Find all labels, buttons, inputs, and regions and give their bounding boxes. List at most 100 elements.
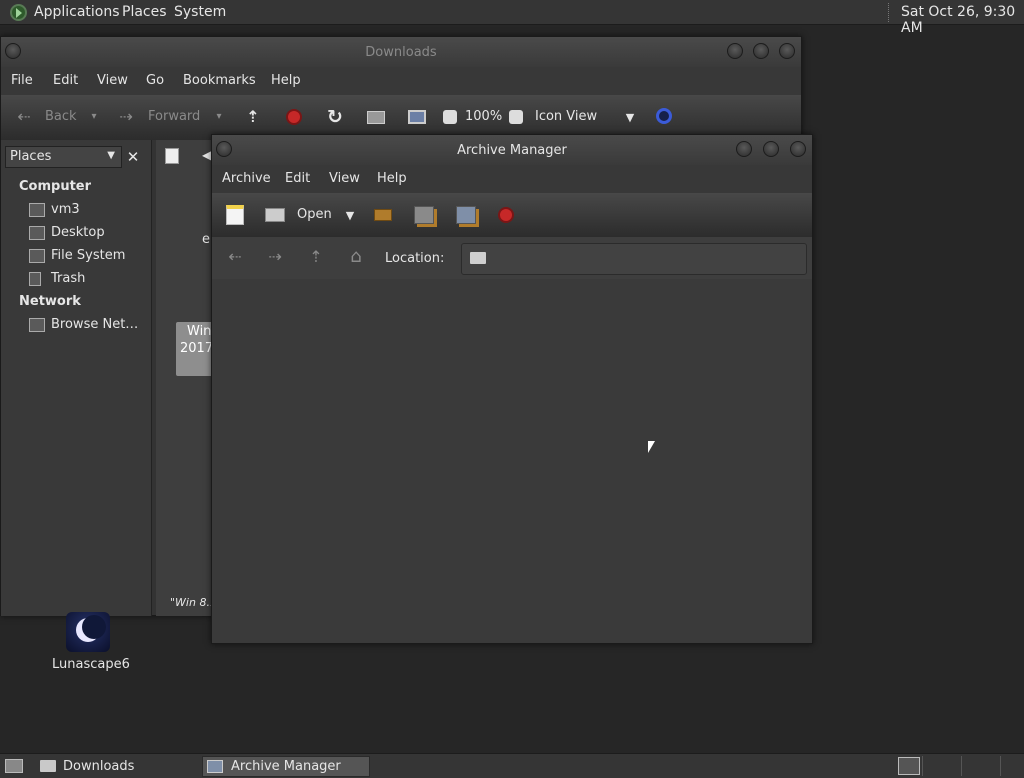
sidebar-item-trash[interactable]: Trash (51, 271, 85, 286)
menu-file[interactable]: File (11, 73, 33, 88)
minimize-button[interactable] (736, 141, 752, 157)
open-button[interactable]: Open (297, 207, 332, 222)
partial-label: e (202, 232, 210, 247)
forward-arrow-icon[interactable]: ⇢ (115, 107, 137, 127)
stop-icon[interactable] (496, 205, 516, 225)
file-item-name-line2: 2017 (180, 341, 214, 356)
places-combo[interactable]: Places ▼ (5, 146, 122, 168)
file-item[interactable]: Win 2017 (176, 322, 216, 376)
window-title: Archive Manager (457, 143, 567, 158)
path-left-arrow-icon[interactable]: ◀ (202, 148, 211, 162)
archive-content-area[interactable] (212, 279, 812, 643)
minimize-button[interactable] (727, 43, 743, 59)
view-mode-dropdown-icon[interactable]: ▼ (623, 107, 637, 127)
archive-manager-titlebar[interactable]: Archive Manager (212, 135, 812, 165)
task-downloads[interactable]: Downloads (36, 756, 200, 777)
show-desktop-icon[interactable] (4, 757, 24, 775)
file-item-name: Win (187, 324, 212, 339)
location-field[interactable] (461, 243, 807, 275)
applications-menu[interactable]: Applications (34, 4, 120, 20)
clock[interactable]: Sat Oct 26, 9:30 AM (901, 4, 1024, 36)
menu-view[interactable]: View (329, 171, 360, 186)
menu-help[interactable]: Help (271, 73, 301, 88)
task-archive-manager[interactable]: Archive Manager (202, 756, 370, 777)
forward-button[interactable]: Forward (148, 109, 200, 124)
maximize-button[interactable] (753, 43, 769, 59)
status-bar: "Win 8.1 (170, 596, 217, 609)
back-arrow-icon[interactable]: ⇠ (224, 247, 246, 267)
desktop-icon (29, 226, 45, 240)
home-folder-icon[interactable] (365, 107, 387, 127)
forward-dropdown-icon[interactable]: ▾ (212, 107, 226, 127)
search-icon[interactable] (653, 105, 675, 127)
home-icon[interactable]: ⌂ (345, 247, 367, 267)
chevron-down-icon: ▼ (107, 150, 115, 161)
network-icon (29, 318, 45, 332)
applications-icon[interactable] (10, 4, 27, 21)
menu-bookmarks[interactable]: Bookmarks (183, 73, 256, 88)
add-folder-icon[interactable] (454, 203, 478, 227)
new-archive-icon[interactable] (224, 204, 246, 226)
back-button[interactable]: Back (45, 109, 77, 124)
back-arrow-icon[interactable]: ⇠ (13, 107, 35, 127)
open-dropdown-icon[interactable]: ▼ (343, 205, 357, 225)
sidebar-heading-computer: Computer (19, 179, 92, 194)
archive-manager-window: Archive Manager Archive Edit View Help O… (211, 134, 813, 644)
task-archive-manager-label: Archive Manager (231, 759, 341, 774)
menu-edit[interactable]: Edit (53, 73, 78, 88)
computer-icon[interactable] (406, 107, 428, 127)
sidebar-item-browse-network[interactable]: Browse Net… (51, 317, 138, 332)
sidebar-item-desktop[interactable]: Desktop (51, 225, 105, 240)
workspace-switcher[interactable] (922, 756, 1022, 776)
open-icon[interactable] (264, 205, 286, 225)
folder-icon (40, 760, 56, 772)
close-button[interactable] (779, 43, 795, 59)
bottom-taskbar: Downloads Archive Manager (0, 753, 1024, 778)
view-mode-select[interactable]: Icon View (535, 109, 597, 124)
stop-icon[interactable] (284, 107, 304, 127)
places-combo-label: Places (10, 149, 52, 164)
places-sidebar: Places ▼ ✕ Computer vm3 Desktop File Sys… (1, 140, 152, 616)
maximize-button[interactable] (763, 141, 779, 157)
drive-icon (29, 249, 45, 263)
system-menu[interactable]: System (174, 4, 226, 20)
up-arrow-icon[interactable]: ⇡ (242, 107, 264, 127)
location-label: Location: (385, 251, 445, 266)
downloads-menubar: File Edit View Go Bookmarks Help (1, 67, 801, 95)
panel-separator (888, 3, 890, 22)
places-menu[interactable]: Places (122, 4, 167, 20)
window-title: Downloads (365, 45, 437, 60)
sidebar-heading-network: Network (19, 294, 81, 309)
reload-icon[interactable]: ↻ (324, 107, 346, 127)
workspace-switcher-icon[interactable] (897, 756, 921, 776)
menu-view[interactable]: View (97, 73, 128, 88)
sidebar-item-vm3[interactable]: vm3 (51, 202, 80, 217)
archive-menubar: Archive Edit View Help (212, 165, 812, 193)
mouse-cursor-icon (648, 441, 655, 453)
file-view[interactable]: ◀ e "Win 8.1 (156, 140, 217, 616)
menu-help[interactable]: Help (377, 171, 407, 186)
up-arrow-icon[interactable]: ⇡ (305, 247, 327, 267)
extract-icon[interactable] (372, 205, 394, 225)
add-files-icon[interactable] (412, 203, 436, 227)
trash-icon (29, 272, 41, 286)
menu-edit[interactable]: Edit (285, 171, 310, 186)
edit-path-icon[interactable] (162, 146, 182, 166)
menu-archive[interactable]: Archive (222, 171, 271, 186)
zoom-in-icon[interactable] (508, 109, 523, 124)
zoom-level: 100% (465, 109, 503, 124)
sidebar-item-file-system[interactable]: File System (51, 248, 125, 263)
zoom-out-icon[interactable] (442, 109, 457, 124)
close-button[interactable] (790, 141, 806, 157)
lunascape-icon[interactable] (66, 612, 110, 652)
downloads-titlebar[interactable]: Downloads (1, 37, 801, 67)
folder-icon (470, 252, 486, 264)
menu-go[interactable]: Go (146, 73, 164, 88)
close-sidebar-icon[interactable]: ✕ (125, 148, 141, 166)
task-downloads-label: Downloads (63, 759, 135, 774)
archive-toolbar: Open ▼ (212, 193, 812, 237)
archive-icon (207, 760, 223, 773)
lunascape-label[interactable]: Lunascape6 (52, 657, 130, 672)
back-dropdown-icon[interactable]: ▾ (87, 107, 101, 127)
forward-arrow-icon[interactable]: ⇢ (264, 247, 286, 267)
